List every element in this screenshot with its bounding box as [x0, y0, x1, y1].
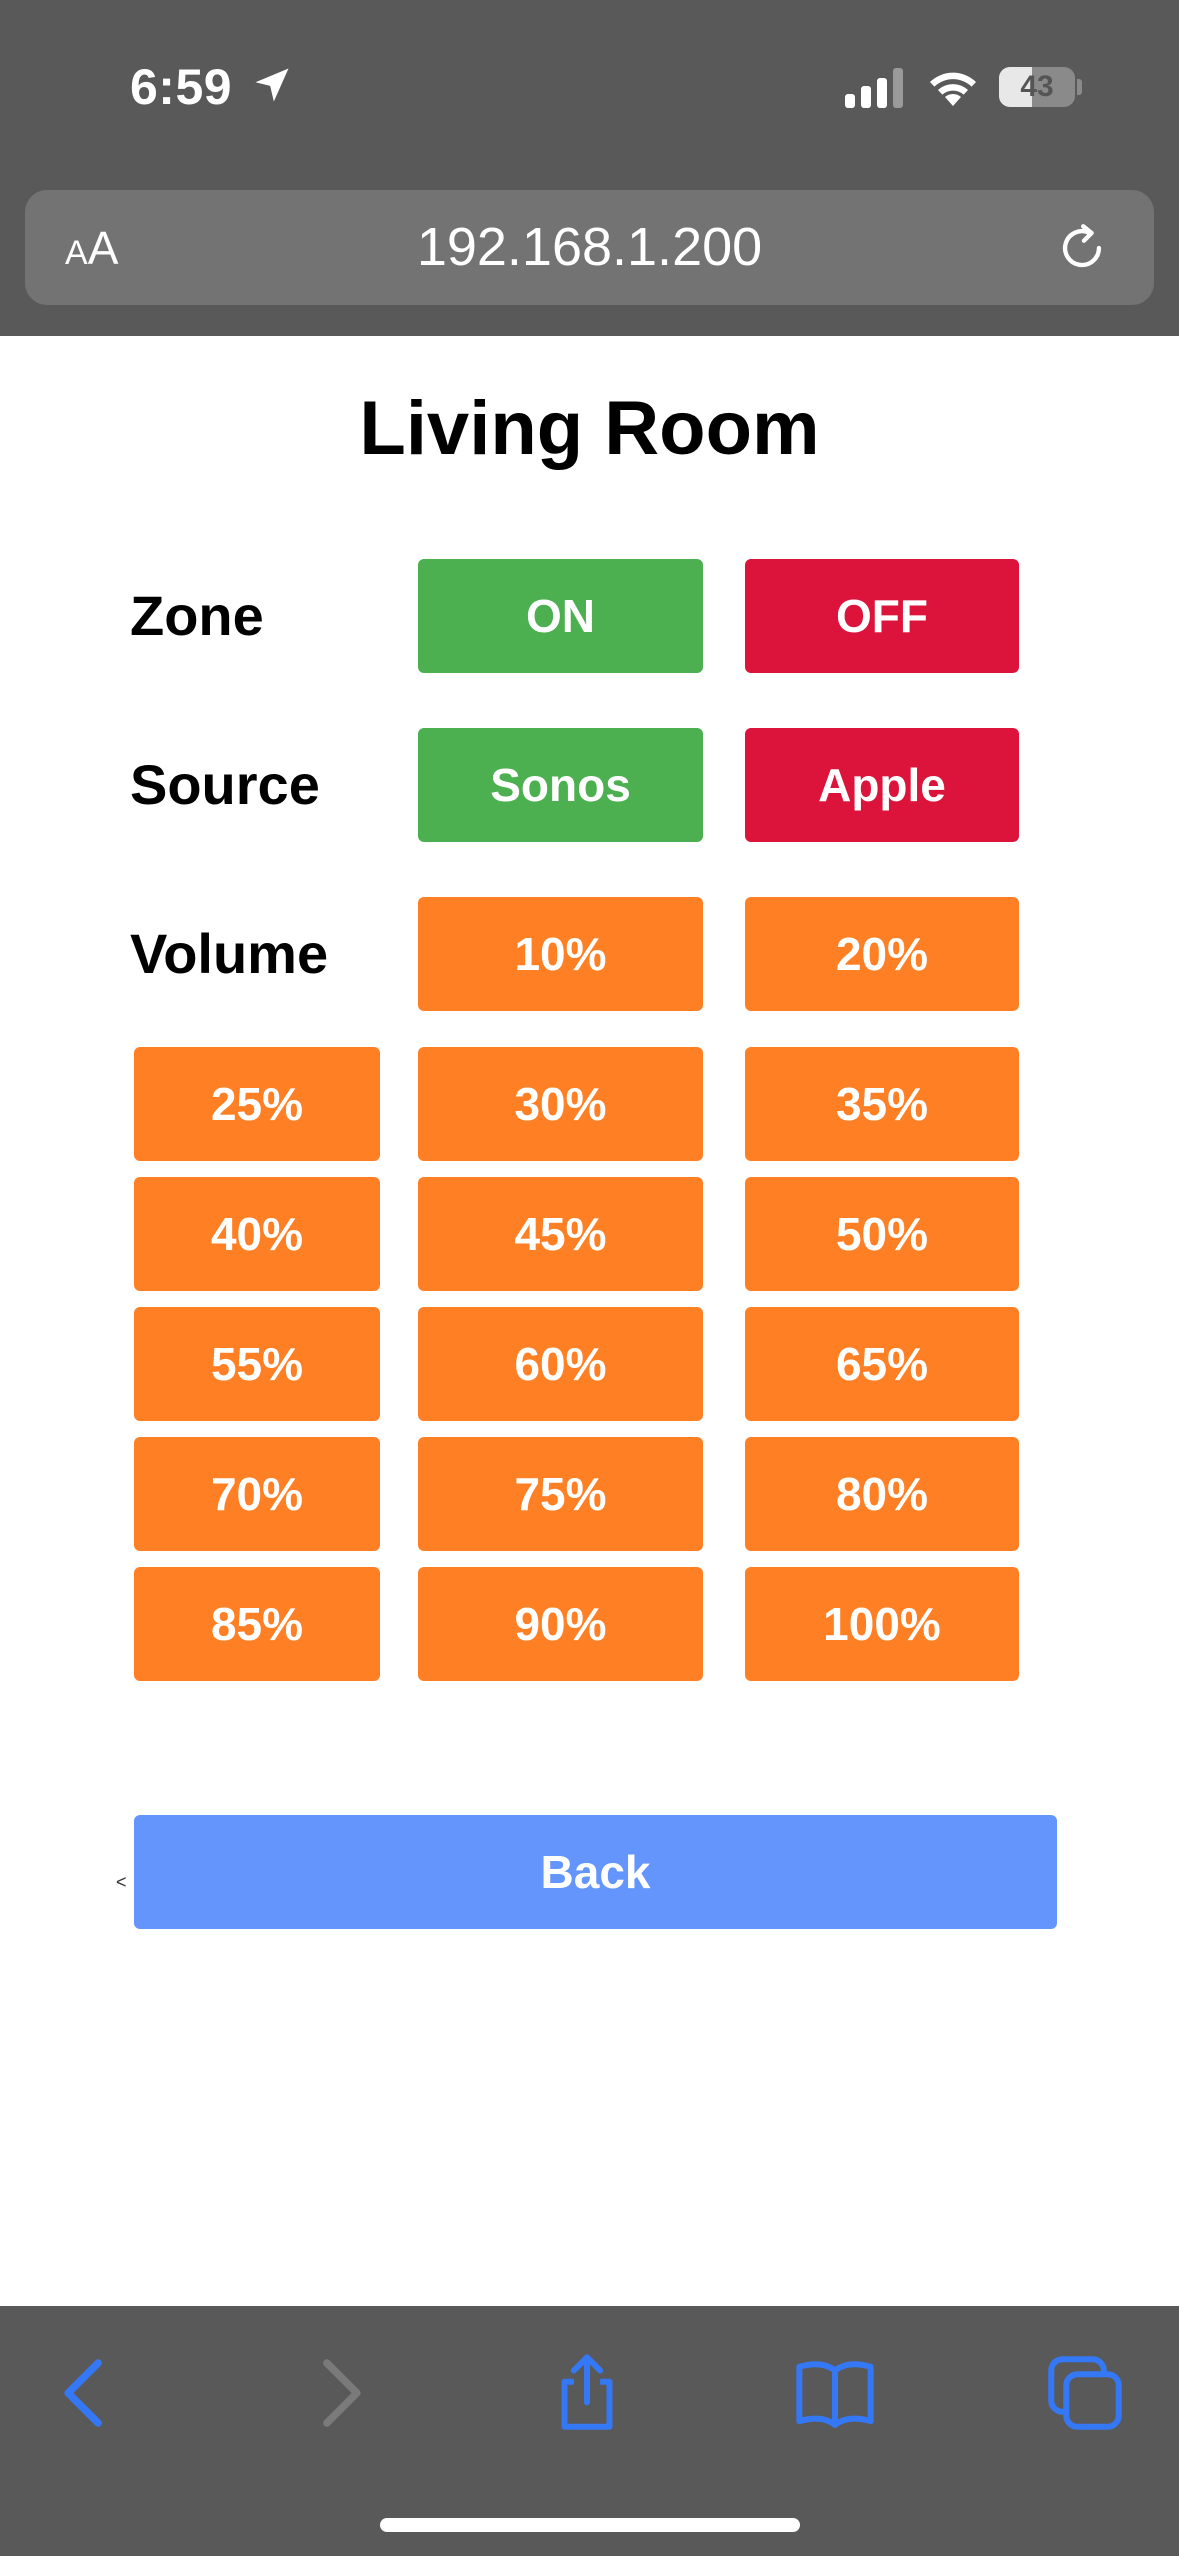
- volume-button[interactable]: 45%: [418, 1177, 703, 1291]
- volume-button[interactable]: 30%: [418, 1047, 703, 1161]
- volume-button[interactable]: 55%: [134, 1307, 380, 1421]
- source-sonos-button[interactable]: Sonos: [418, 728, 703, 842]
- page-title: Living Room: [359, 386, 820, 471]
- volume-button[interactable]: 60%: [418, 1307, 703, 1421]
- share-icon[interactable]: [542, 2348, 632, 2438]
- back-caret: <: [116, 1872, 127, 1892]
- location-arrow-icon: [255, 68, 289, 102]
- volume-button[interactable]: 35%: [745, 1047, 1019, 1161]
- volume-button[interactable]: 10%: [418, 897, 703, 1011]
- volume-button[interactable]: 75%: [418, 1437, 703, 1551]
- browser-top-chrome: 6:59 43 AA 192.168.1.200: [0, 0, 1179, 336]
- zone-on-button[interactable]: ON: [418, 559, 703, 673]
- signal-icon: [845, 68, 903, 108]
- source-apple-button[interactable]: Apple: [745, 728, 1019, 842]
- battery-level-text: 43: [1020, 70, 1054, 103]
- address-bar[interactable]: AA 192.168.1.200: [25, 190, 1154, 305]
- volume-button[interactable]: 90%: [418, 1567, 703, 1681]
- volume-button[interactable]: 100%: [745, 1567, 1019, 1681]
- zone-label: Zone: [130, 584, 264, 647]
- back-arrow-icon[interactable]: [40, 2348, 130, 2438]
- source-label: Source: [130, 753, 320, 816]
- volume-button[interactable]: 50%: [745, 1177, 1019, 1291]
- volume-button[interactable]: 80%: [745, 1437, 1019, 1551]
- volume-button[interactable]: 25%: [134, 1047, 380, 1161]
- back-button[interactable]: Back: [134, 1815, 1057, 1929]
- battery-nub: [1077, 79, 1082, 95]
- volume-button[interactable]: 40%: [134, 1177, 380, 1291]
- reload-icon[interactable]: [1053, 218, 1111, 278]
- volume-button[interactable]: 20%: [745, 897, 1019, 1011]
- url-text[interactable]: 192.168.1.200: [25, 190, 1154, 305]
- volume-label: Volume: [130, 922, 329, 985]
- battery-icon: 43: [999, 67, 1075, 107]
- zone-off-button[interactable]: OFF: [745, 559, 1019, 673]
- status-time: 6:59: [130, 59, 233, 115]
- bookmarks-icon[interactable]: [790, 2348, 880, 2438]
- volume-button[interactable]: 85%: [134, 1567, 380, 1681]
- tabs-icon[interactable]: [1040, 2348, 1130, 2438]
- forward-arrow-icon[interactable]: [295, 2348, 385, 2438]
- home-indicator: [380, 2518, 800, 2532]
- wifi-icon: [930, 72, 976, 106]
- volume-button[interactable]: 65%: [745, 1307, 1019, 1421]
- volume-button[interactable]: 70%: [134, 1437, 380, 1551]
